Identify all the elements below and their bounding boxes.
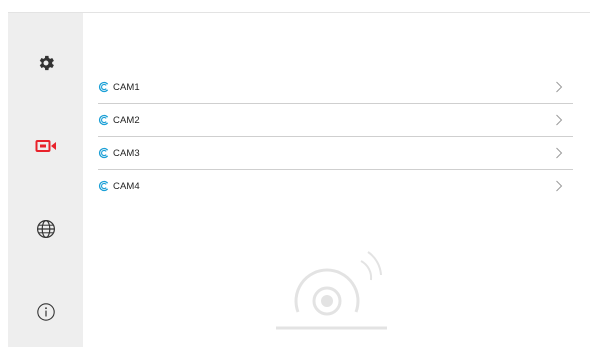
camera-brand-icon bbox=[98, 81, 110, 93]
camera-icon bbox=[35, 140, 56, 152]
sidebar-item-cameras[interactable] bbox=[8, 126, 83, 166]
sidebar-item-settings[interactable] bbox=[8, 43, 83, 83]
sidebar-item-info[interactable] bbox=[8, 292, 83, 332]
gear-icon bbox=[39, 55, 54, 71]
top-divider bbox=[8, 12, 590, 13]
camera-label: CAM4 bbox=[113, 180, 140, 192]
chevron-right-icon bbox=[555, 80, 563, 98]
camera-brand-icon bbox=[98, 147, 110, 159]
camera-brand-icon bbox=[98, 114, 110, 126]
wireless-signal-icon bbox=[276, 251, 387, 330]
sidebar bbox=[8, 13, 83, 347]
list-item-cam1[interactable]: CAM1 bbox=[98, 71, 573, 104]
list-item-cam3[interactable]: CAM3 bbox=[98, 137, 573, 170]
camera-list-screen: CAM1 CAM2 CAM3 CAM4 bbox=[0, 0, 590, 347]
globe-icon bbox=[36, 220, 55, 238]
camera-label: CAM3 bbox=[113, 147, 140, 159]
chevron-right-icon bbox=[555, 146, 563, 164]
chevron-right-icon bbox=[555, 113, 563, 131]
list-item-cam4[interactable]: CAM4 bbox=[98, 170, 573, 202]
sidebar-item-network[interactable] bbox=[8, 209, 83, 249]
camera-brand-icon bbox=[98, 180, 110, 192]
camera-list: CAM1 CAM2 CAM3 CAM4 bbox=[98, 71, 573, 202]
info-icon bbox=[36, 303, 55, 321]
camera-label: CAM1 bbox=[113, 81, 140, 93]
chevron-right-icon bbox=[555, 179, 563, 197]
list-item-cam2[interactable]: CAM2 bbox=[98, 104, 573, 137]
camera-label: CAM2 bbox=[113, 114, 140, 126]
